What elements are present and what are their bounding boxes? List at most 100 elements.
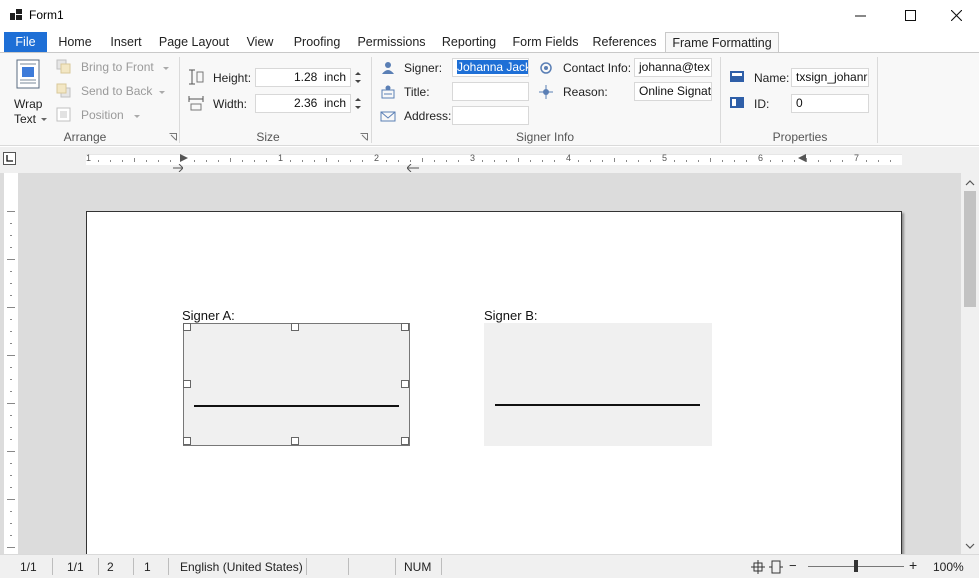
wrap-text-button[interactable]: Wrap Text [8, 57, 48, 126]
arrange-launcher-icon[interactable] [169, 133, 177, 141]
status-column: 1 [144, 560, 151, 574]
signer-b-signature-frame[interactable] [484, 323, 712, 446]
zoom-slider-thumb[interactable] [854, 560, 858, 572]
resize-handle[interactable] [401, 323, 409, 331]
scroll-up-icon[interactable] [961, 175, 979, 191]
bring-to-front-button[interactable]: Bring to Front [56, 58, 174, 78]
contact-info-icon [540, 62, 552, 74]
zoom-in-button[interactable]: + [909, 557, 917, 573]
status-separator [441, 558, 442, 575]
size-launcher-icon[interactable] [360, 133, 368, 141]
document-area[interactable]: Signer A: Signer B: [0, 173, 979, 571]
width-unit: inch [323, 96, 346, 110]
signature-line [194, 405, 399, 407]
ribbon-panel: Wrap Text Bring to Front Send to Back Po… [0, 52, 979, 146]
signer-a-signature-frame[interactable] [183, 323, 410, 446]
resize-handle[interactable] [291, 437, 299, 445]
resize-handle[interactable] [183, 323, 191, 331]
id-label: ID: [754, 97, 770, 111]
status-separator [98, 558, 99, 575]
status-num-lock: NUM [404, 560, 432, 574]
tab-form-fields[interactable]: Form Fields [508, 32, 583, 53]
height-input[interactable]: 1.28 inch [255, 68, 351, 87]
reason-label: Reason: [563, 85, 608, 99]
title-icon [381, 85, 395, 99]
tab-insert[interactable]: Insert [104, 32, 148, 53]
minimize-button[interactable] [837, 0, 883, 30]
resize-handle[interactable] [401, 437, 409, 445]
wrap-text-icon [16, 59, 40, 89]
fit-width-icon[interactable] [768, 559, 784, 575]
group-separator [720, 57, 721, 143]
vertical-ruler[interactable] [4, 173, 18, 554]
document-page[interactable]: Signer A: Signer B: [86, 211, 902, 571]
ruler-ticks [98, 158, 891, 162]
bring-to-front-label: Bring to Front [81, 60, 154, 74]
resize-handle[interactable] [291, 323, 299, 331]
minimize-icon [854, 15, 866, 16]
tab-page-layout[interactable]: Page Layout [155, 32, 233, 53]
tab-references[interactable]: References [589, 32, 660, 53]
close-button[interactable] [933, 0, 979, 30]
right-indent-marker-icon[interactable] [798, 154, 806, 162]
ruler-number: 1 [86, 153, 92, 163]
tab-frame-formatting[interactable]: Frame Formatting [665, 32, 779, 54]
size-group-label: Size [256, 130, 280, 144]
width-spinner-icon[interactable] [352, 94, 364, 113]
id-input[interactable]: 0 [791, 94, 869, 113]
fit-page-icon[interactable] [750, 559, 766, 575]
scroll-thumb[interactable] [964, 191, 976, 307]
height-label: Height: [213, 71, 252, 85]
title-input[interactable] [452, 82, 529, 101]
address-input[interactable] [452, 106, 529, 125]
tab-reporting[interactable]: Reporting [436, 32, 502, 53]
reason-input[interactable]: Online Signat [634, 82, 712, 101]
status-page: 1/1 [20, 560, 37, 574]
contact-info-label: Contact Info: [563, 61, 632, 75]
status-bar: 1/1 1/1 2 1 English (United States) NUM … [0, 554, 979, 578]
contact-info-input[interactable]: johanna@tex [634, 58, 712, 77]
resize-handle[interactable] [183, 437, 191, 445]
resize-handle[interactable] [183, 380, 191, 388]
status-language[interactable]: English (United States) [180, 560, 303, 574]
position-label: Position [81, 108, 124, 122]
send-to-back-button[interactable]: Send to Back [56, 82, 174, 102]
maximize-button[interactable] [887, 0, 933, 30]
status-separator [52, 558, 53, 575]
group-separator [179, 57, 180, 143]
tab-proofing[interactable]: Proofing [287, 32, 347, 53]
first-line-indent-marker-icon[interactable] [180, 154, 188, 162]
wrap-text-dropdown-icon [41, 118, 47, 121]
status-separator [348, 558, 349, 575]
name-input[interactable]: txsign_johanr [791, 68, 869, 87]
tab-permissions[interactable]: Permissions [353, 32, 430, 53]
position-button[interactable]: Position [56, 106, 156, 126]
arrange-group-label: Arrange [63, 130, 107, 144]
position-dropdown-icon [134, 115, 140, 118]
position-icon [56, 107, 71, 122]
zoom-out-button[interactable]: − [789, 558, 797, 573]
height-spinner-icon[interactable] [352, 68, 364, 87]
left-indent-marker-icon[interactable] [173, 164, 183, 172]
tab-home[interactable]: Home [52, 32, 98, 53]
group-separator [371, 57, 372, 143]
signer-a-label: Signer A: [182, 308, 235, 323]
zoom-slider[interactable] [808, 560, 904, 572]
signer-icon [382, 62, 394, 74]
width-label: Width: [213, 97, 248, 111]
horizontal-ruler[interactable]: 1 1 2 3 4 5 6 7 [86, 153, 902, 165]
tab-view[interactable]: View [240, 32, 280, 53]
width-value: 2.36 [293, 96, 318, 110]
column-marker-icon[interactable] [407, 164, 419, 172]
height-icon [189, 69, 204, 85]
resize-handle[interactable] [401, 380, 409, 388]
scroll-down-icon[interactable] [961, 538, 979, 554]
tab-file[interactable]: File [4, 32, 47, 53]
status-separator [306, 558, 307, 575]
tab-selector-button[interactable] [3, 152, 16, 165]
signer-input[interactable]: Johanna Jack [452, 58, 529, 77]
width-input[interactable]: 2.36 inch [255, 94, 351, 113]
vertical-scrollbar[interactable] [961, 173, 979, 554]
address-icon [380, 111, 396, 122]
window-title: Form1 [29, 8, 64, 22]
